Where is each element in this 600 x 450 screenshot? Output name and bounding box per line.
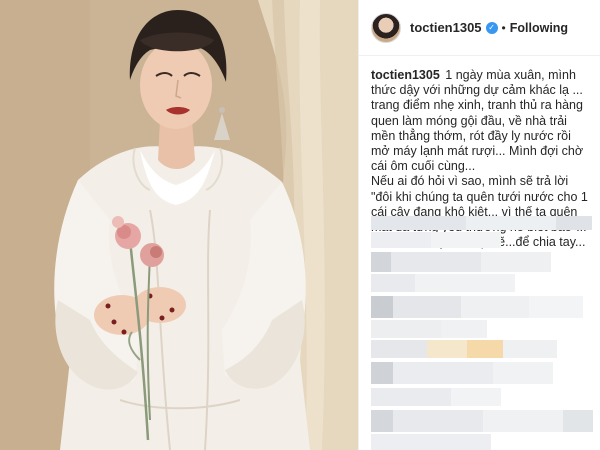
post-caption: toctien1305 1 ngày mùa xuân, mình thức d… [359,56,600,250]
profile-avatar[interactable] [371,12,401,43]
caption-paragraph-3: Thật là một lý do đẹp đẽ...để chia tay..… [371,235,586,250]
author-username[interactable]: toctien1305 [410,20,482,35]
post-header: toctien1305 ✓ • Following [359,0,600,56]
instagram-post: toctien1305 ✓ • Following toctien1305 1 … [0,0,600,450]
post-photo-illustration [0,0,358,450]
caption-text-1: 1 ngày mùa xuân, mình thức dậy với những… [371,68,584,174]
caption-author-username[interactable]: toctien1305 [371,68,440,82]
verified-badge-icon: ✓ [485,21,498,34]
caption-paragraph-1: toctien1305 1 ngày mùa xuân, mình thức d… [371,68,590,174]
post-photo[interactable] [0,0,358,450]
caption-paragraph-2: Nếu ai đó hỏi vì sao, mình sẽ trả lời "đ… [371,174,588,235]
header-separator: • [501,20,506,35]
post-side-panel: toctien1305 ✓ • Following toctien1305 1 … [358,0,600,450]
following-button[interactable]: Following [510,21,568,35]
